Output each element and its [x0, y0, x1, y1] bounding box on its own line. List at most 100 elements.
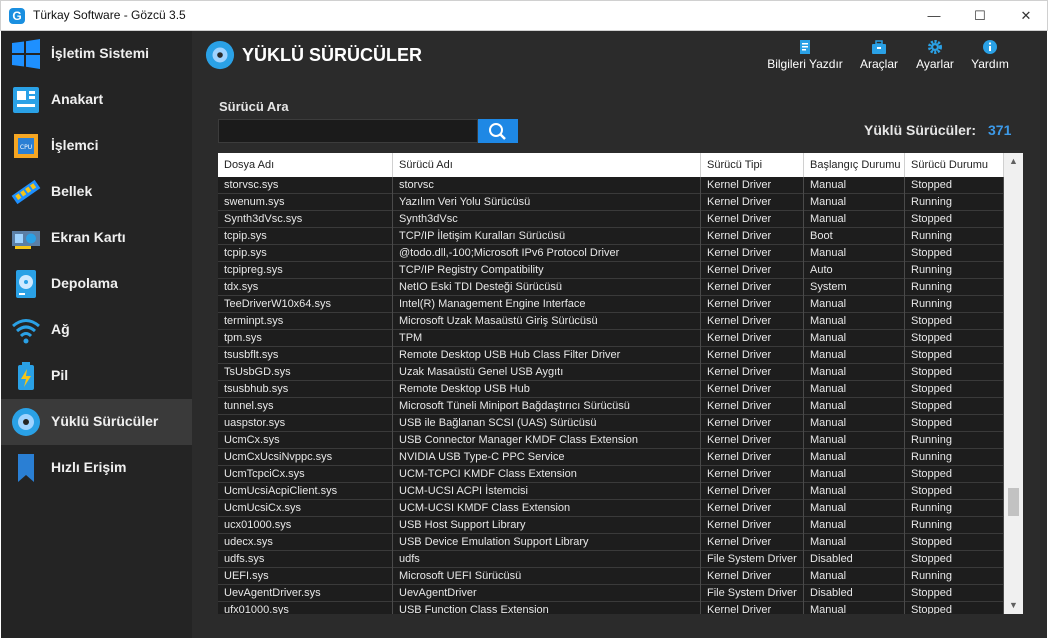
table-row[interactable]: UevAgentDriver.sys UevAgentDriver File Sys… [218, 585, 1004, 602]
column-header-driver-type[interactable]: Sürücü Tipi [701, 153, 804, 177]
table-cell: Kernel Driver [701, 177, 804, 194]
table-cell: Auto [804, 262, 905, 279]
table-cell: Stopped [905, 534, 1004, 551]
minimize-button[interactable]: — [911, 1, 957, 31]
table-row[interactable]: tdx.sys NetIO Eski TDI Desteği Sürücüsü Ke… [218, 279, 1004, 296]
help-label: Yardım [971, 57, 1009, 71]
print-info-button[interactable]: Bilgileri Yazdır [767, 39, 843, 73]
table-row[interactable]: tpm.sys TPM Kernel Driver Manual Stopped [218, 330, 1004, 347]
table-cell: TPM [393, 330, 701, 347]
table-cell: Stopped [905, 313, 1004, 330]
table-row[interactable]: storvsc.sys storvsc Kernel Driver Manual Sto… [218, 177, 1004, 194]
table-cell: USB ile Bağlanan SCSI (UAS) Sürücüsü [393, 415, 701, 432]
sidebar-item-network[interactable]: Ağ [1, 307, 192, 353]
table-row[interactable]: udecx.sys USB Device Emulation Support Li… [218, 534, 1004, 551]
table-row[interactable]: udfs.sys udfs File System Driver Disabled St… [218, 551, 1004, 568]
scroll-thumb[interactable] [1008, 488, 1019, 516]
table-cell: Manual [804, 449, 905, 466]
table-row[interactable]: UcmUcsiCx.sys UCM-UCSI KMDF Class Extensi… [218, 500, 1004, 517]
tools-label: Araçlar [859, 57, 898, 71]
table-row[interactable]: tcpip.sys @todo.dll,-100;Microsoft IPv6 P… [218, 245, 1004, 262]
sidebar-item-memory[interactable]: Bellek [1, 169, 192, 215]
table-row[interactable]: ucx01000.sys USB Host Support Library Kern… [218, 517, 1004, 534]
table-cell: Stopped [905, 364, 1004, 381]
sidebar-item-motherboard[interactable]: Anakart [1, 77, 192, 123]
main-panel: YÜKLÜ SÜRÜCÜLER Bilgileri Yazdır Araçlar [192, 31, 1047, 638]
table-row[interactable]: TsUsbGD.sys Uzak Masaüstü Genel USB Aygıt… [218, 364, 1004, 381]
settings-button[interactable]: Ayarlar [912, 39, 958, 73]
search-button[interactable] [478, 119, 518, 143]
driver-search-input[interactable] [218, 119, 478, 143]
sidebar-item-label: İşletim Sistemi [51, 45, 150, 61]
table-cell: Manual [804, 500, 905, 517]
table-cell: NVIDIA USB Type-C PPC Service [393, 449, 701, 466]
wifi-icon [12, 319, 40, 344]
table-row[interactable]: tcpipreg.sys TCP/IP Registry Compatibilit… [218, 262, 1004, 279]
table-row[interactable]: UcmCxUcsiNvppc.sys NVIDIA USB Type-C PPC … [218, 449, 1004, 466]
tools-button[interactable]: Araçlar [856, 39, 902, 73]
table-cell: Kernel Driver [701, 415, 804, 432]
table-cell: Manual [804, 296, 905, 313]
table-row[interactable]: UcmCx.sys USB Connector Manager KMDF Clas… [218, 432, 1004, 449]
help-button[interactable]: Yardım [967, 39, 1013, 73]
column-header-file-name[interactable]: Dosya Adı [218, 153, 393, 177]
memory-icon [11, 179, 41, 205]
app-logo-icon: G [9, 8, 25, 24]
table-row[interactable]: uaspstor.sys USB ile Bağlanan SCSI (UAS) … [218, 415, 1004, 432]
table-cell: Manual [804, 466, 905, 483]
table-row[interactable]: tunnel.sys Microsoft Tüneli Miniport Bağd… [218, 398, 1004, 415]
table-cell: Stopped [905, 398, 1004, 415]
table-cell: Boot [804, 228, 905, 245]
table-row[interactable]: UcmUcsiAcpiClient.sys UCM-UCSI ACPI İstem… [218, 483, 1004, 500]
table-cell: tdx.sys [218, 279, 393, 296]
table-cell: File System Driver [701, 551, 804, 568]
window-title: Türkay Software - Gözcü 3.5 [33, 8, 186, 22]
sidebar-item-quick-access[interactable]: Hızlı Erişim [1, 445, 192, 491]
table-row[interactable]: tsusbflt.sys Remote Desktop USB Hub Class… [218, 347, 1004, 364]
table-row[interactable]: UcmTcpciCx.sys UCM-TCPCI KMDF Class Exten… [218, 466, 1004, 483]
table-row[interactable]: tsusbhub.sys Remote Desktop USB Hub Kernel… [218, 381, 1004, 398]
table-cell: Kernel Driver [701, 296, 804, 313]
table-cell: Kernel Driver [701, 534, 804, 551]
sidebar-item-label: Pil [51, 367, 69, 383]
settings-label: Ayarlar [916, 57, 954, 71]
sidebar-item-label: Bellek [51, 183, 93, 199]
scroll-up-button[interactable]: ▲ [1004, 153, 1023, 170]
table-cell: Microsoft UEFI Sürücüsü [393, 568, 701, 585]
sidebar-item-os[interactable]: İşletim Sistemi [1, 31, 192, 77]
gear-icon [928, 40, 942, 54]
sidebar-item-storage[interactable]: Depolama [1, 261, 192, 307]
table-row[interactable]: ufx01000.sys USB Function Class Extension… [218, 602, 1004, 614]
table-cell: tunnel.sys [218, 398, 393, 415]
table-row[interactable]: terminpt.sys Microsoft Uzak Masaüstü Giri… [218, 313, 1004, 330]
table-cell: Manual [804, 415, 905, 432]
table-cell: NetIO Eski TDI Desteği Sürücüsü [393, 279, 701, 296]
table-row[interactable]: UEFI.sys Microsoft UEFI Sürücüsü Kernel Dr… [218, 568, 1004, 585]
sidebar-item-cpu[interactable]: CPU İşlemci [1, 123, 192, 169]
sidebar-item-installed-drivers[interactable]: Yüklü Sürücüler [1, 399, 192, 445]
table-row[interactable]: TeeDriverW10x64.sys Intel(R) Management E… [218, 296, 1004, 313]
table-row[interactable]: tcpip.sys TCP/IP İletişim Kuralları Sürüc… [218, 228, 1004, 245]
table-cell: ucx01000.sys [218, 517, 393, 534]
table-row[interactable]: Synth3dVsc.sys Synth3dVsc Kernel Driver Man… [218, 211, 1004, 228]
table-cell: UCM-TCPCI KMDF Class Extension [393, 466, 701, 483]
scroll-down-button[interactable]: ▼ [1004, 597, 1023, 614]
sidebar-item-gpu[interactable]: Ekran Kartı [1, 215, 192, 261]
maximize-button[interactable]: ☐ [957, 1, 1003, 31]
table-cell: Synth3dVsc [393, 211, 701, 228]
vertical-scrollbar[interactable]: ▲ ▼ [1004, 153, 1023, 614]
column-header-driver-state[interactable]: Sürücü Durumu [905, 153, 1004, 177]
column-header-driver-name[interactable]: Sürücü Adı [393, 153, 701, 177]
sidebar-item-label: İşlemci [51, 137, 99, 153]
close-button[interactable]: ✕ [1003, 1, 1048, 31]
table-cell: Running [905, 449, 1004, 466]
table-row[interactable]: swenum.sys Yazılım Veri Yolu Sürücüsü Kern… [218, 194, 1004, 211]
table-cell: Kernel Driver [701, 449, 804, 466]
cpu-icon: CPU [14, 134, 38, 158]
sidebar-item-battery[interactable]: Pil [1, 353, 192, 399]
column-header-start-mode[interactable]: Başlangıç Durumu [804, 153, 905, 177]
table-cell: Kernel Driver [701, 568, 804, 585]
table-cell: tcpipreg.sys [218, 262, 393, 279]
table-cell: tsusbflt.sys [218, 347, 393, 364]
table-cell: udecx.sys [218, 534, 393, 551]
